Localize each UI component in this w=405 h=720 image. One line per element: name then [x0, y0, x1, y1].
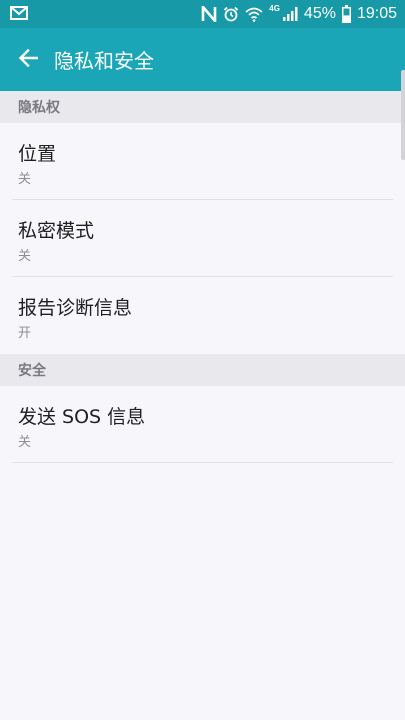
item-value: 关 [18, 249, 32, 264]
item-value: 关 [18, 172, 32, 187]
app-bar: 隐私和安全 [0, 28, 405, 91]
status-right: 4G 45% 19:05 [201, 3, 397, 23]
item-title: 私密模式 [18, 220, 95, 242]
signal-icon [282, 6, 298, 22]
wifi-icon [245, 6, 263, 22]
list-item-private-mode[interactable]: 私密模式 关 [0, 200, 405, 277]
page-title: 隐私和安全 [54, 49, 154, 73]
list-item-diagnostics[interactable]: 报告诊断信息 开 [0, 277, 405, 354]
battery-icon [341, 5, 351, 23]
section-header-privacy: 隐私权 [0, 91, 405, 123]
battery-fill [343, 15, 350, 22]
list-item-location[interactable]: 位置 关 [0, 123, 405, 200]
item-title: 发送 SOS 信息 [18, 406, 146, 428]
item-value: 关 [18, 435, 32, 450]
back-arrow-icon [18, 48, 39, 71]
item-value: 开 [18, 326, 32, 341]
item-title: 报告诊断信息 [18, 297, 133, 319]
clock: 19:05 [356, 5, 397, 22]
section-header-security: 安全 [0, 354, 405, 386]
scroll-edge [401, 70, 405, 160]
network-type-label: 4G [269, 3, 280, 13]
item-title: 位置 [18, 143, 57, 165]
divider [12, 462, 393, 463]
email-icon [10, 5, 28, 24]
nfc-icon [201, 6, 217, 22]
alarm-icon [223, 6, 239, 22]
status-bar: 4G 45% 19:05 [0, 0, 405, 28]
battery-percent: 45% [303, 5, 336, 22]
status-left [10, 5, 201, 24]
list-item-send-sos[interactable]: 发送 SOS 信息 关 [0, 386, 405, 463]
back-button[interactable] [0, 28, 56, 91]
